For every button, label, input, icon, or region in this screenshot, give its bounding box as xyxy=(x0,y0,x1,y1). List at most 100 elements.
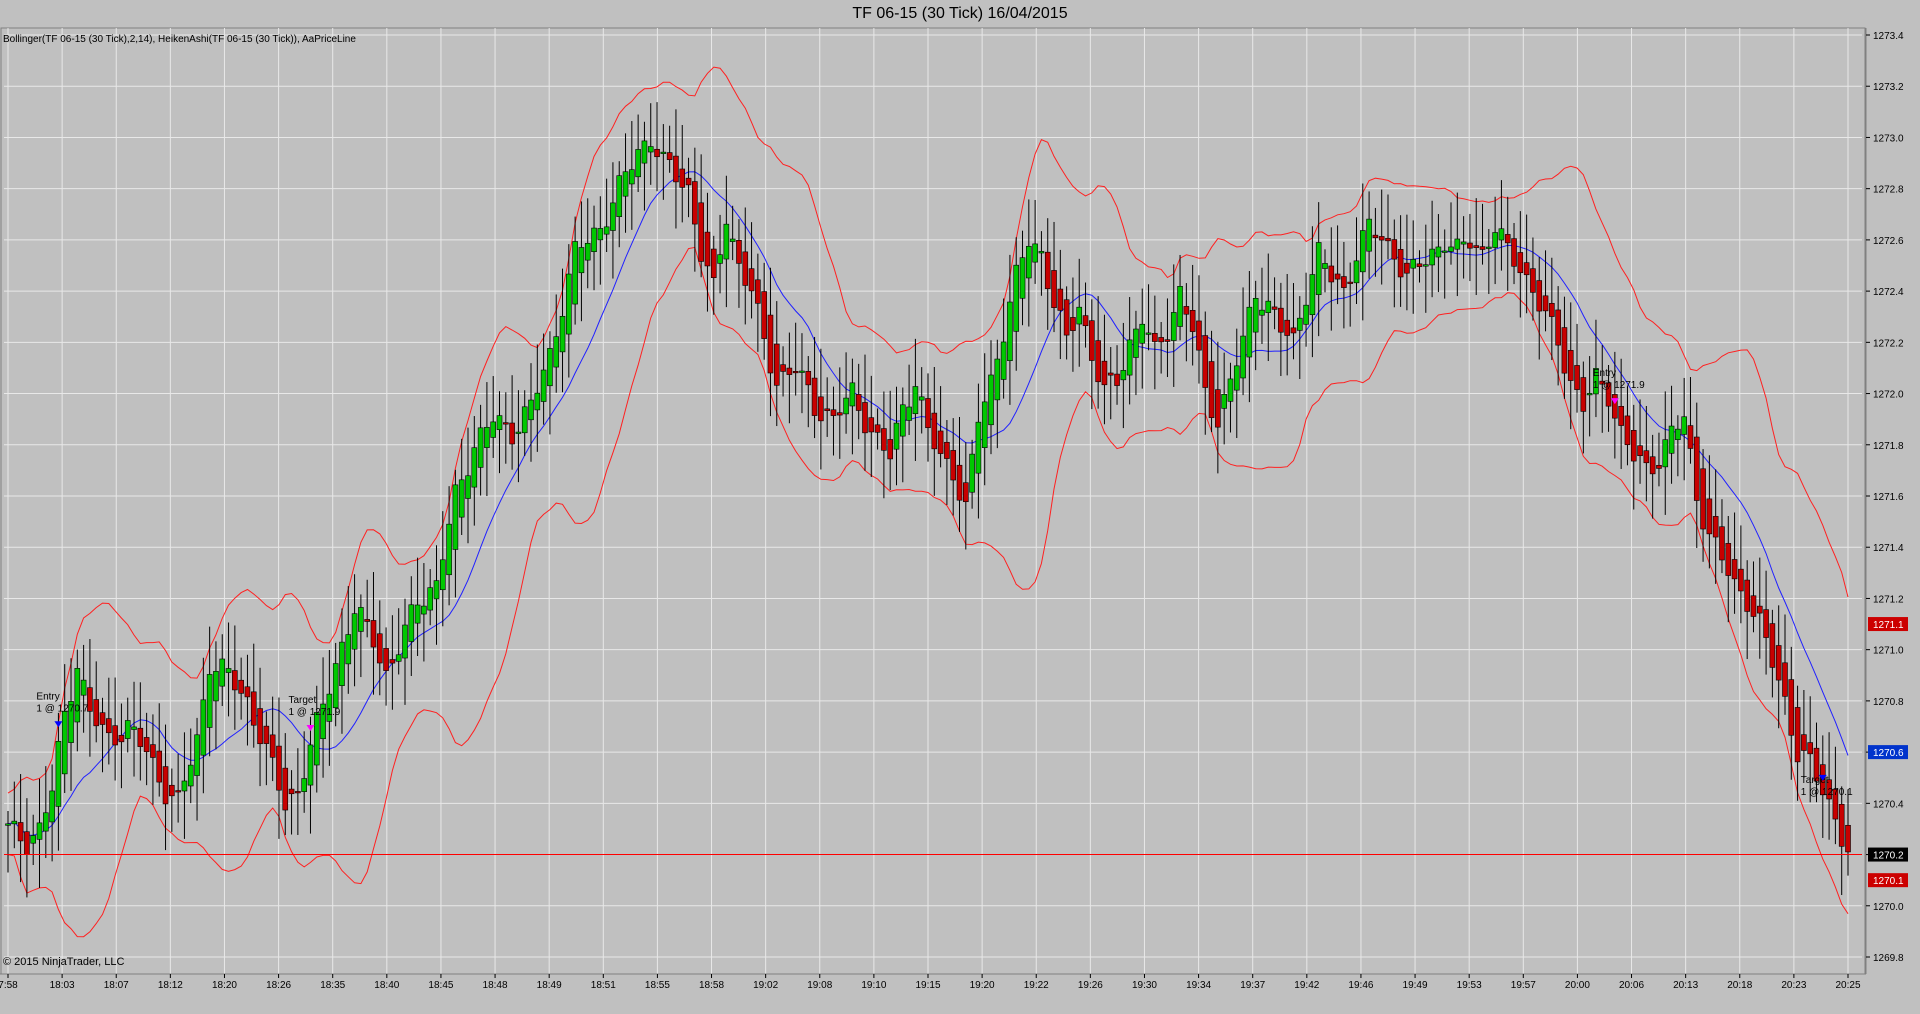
candle-bull xyxy=(1681,416,1687,435)
y-tick-label: 1273.4 xyxy=(1873,31,1904,42)
candle-bear xyxy=(673,155,679,183)
candle-bull xyxy=(994,358,1001,401)
x-tick-label: 18:51 xyxy=(591,980,616,991)
candle-bear xyxy=(1719,526,1725,561)
candle-bear xyxy=(232,670,238,691)
candle-bear xyxy=(137,727,144,747)
candle-bear xyxy=(1189,310,1196,332)
price-tag-label: 1270.2 xyxy=(1873,851,1904,862)
candle-bear xyxy=(1152,333,1158,342)
candle-bear xyxy=(370,620,377,648)
x-tick-label: 18:26 xyxy=(266,980,291,991)
candle-bear xyxy=(1334,273,1341,280)
candle-bull xyxy=(1032,243,1038,263)
candle-bear xyxy=(868,417,875,433)
candle-bear xyxy=(364,619,370,622)
candle-bull xyxy=(843,397,849,415)
candle-bull xyxy=(187,764,194,787)
candle-bear xyxy=(24,831,30,855)
candle-bear xyxy=(1580,377,1587,412)
candle-bull xyxy=(528,399,534,421)
candle-bear xyxy=(925,398,931,429)
candle-bull xyxy=(194,734,200,776)
candle-bear xyxy=(1114,373,1120,386)
x-tick-label: 19:30 xyxy=(1132,980,1157,991)
x-tick-label: 18:12 xyxy=(158,980,183,991)
candle-bull xyxy=(729,238,736,242)
y-tick-label: 1272.2 xyxy=(1873,338,1904,349)
price-tag-label: 1270.6 xyxy=(1873,748,1904,759)
x-tick-label: 19:53 xyxy=(1457,980,1482,991)
candle-bear xyxy=(748,268,755,292)
candle-bear xyxy=(855,394,862,411)
candle-bull xyxy=(1177,286,1183,327)
candle-bear xyxy=(685,177,692,186)
candle-bull xyxy=(402,624,408,659)
candle-bull xyxy=(647,146,654,153)
candle-bear xyxy=(1731,559,1738,580)
candle-bear xyxy=(1397,249,1404,278)
candle-bull xyxy=(597,228,604,241)
candle-bear xyxy=(1794,707,1801,763)
candle-bear xyxy=(1278,307,1284,333)
candle-bull xyxy=(477,427,484,468)
candle-bull xyxy=(572,241,578,305)
candle-bull xyxy=(339,641,345,686)
candle-bear xyxy=(112,725,118,746)
candle-bear xyxy=(654,148,660,158)
y-tick-label: 1273.0 xyxy=(1873,133,1904,144)
candle-bear xyxy=(1467,242,1473,249)
candle-bear xyxy=(824,408,830,411)
candle-bear xyxy=(704,231,711,267)
candle-bull xyxy=(610,202,616,231)
chart-canvas[interactable]: Target1 @ 1271.9Entry1 @ 1271.9Entry1 @ … xyxy=(0,0,1920,1014)
candle-bear xyxy=(1404,262,1410,274)
candle-bull xyxy=(1221,394,1227,409)
candle-bull xyxy=(1296,317,1303,331)
candle-bear xyxy=(1523,262,1530,276)
candle-bear xyxy=(1542,295,1549,312)
candle-bear xyxy=(1756,605,1763,614)
candle-bear xyxy=(773,343,780,386)
candle-bull xyxy=(717,254,723,264)
candle-bull xyxy=(906,406,912,421)
candle-bull xyxy=(313,712,320,766)
candle-bear xyxy=(99,712,106,725)
trade-label: 1 @ 1271.9 xyxy=(288,707,340,718)
candle-bull xyxy=(918,396,925,401)
candle-bull xyxy=(893,422,900,450)
candle-bull xyxy=(1252,298,1259,333)
candle-bull xyxy=(452,484,459,550)
candle-bear xyxy=(1183,306,1190,315)
candle-bull xyxy=(559,316,566,353)
candle-bear xyxy=(1618,406,1624,426)
candle-bear xyxy=(761,291,767,339)
candle-bear xyxy=(1775,645,1782,681)
candle-bull xyxy=(616,175,623,217)
y-tick-label: 1272.6 xyxy=(1873,236,1904,247)
candle-bull xyxy=(1441,250,1448,253)
candle-bull xyxy=(1662,439,1669,468)
candle-bear xyxy=(1624,415,1631,446)
candle-bear xyxy=(1416,263,1423,267)
candle-bull xyxy=(849,382,856,407)
candle-bear xyxy=(282,767,289,811)
candle-bull xyxy=(1227,378,1234,402)
candle-bear xyxy=(887,439,893,460)
candle-bear xyxy=(1051,270,1057,308)
candle-bear xyxy=(143,737,150,753)
x-tick-label: 20:06 xyxy=(1619,980,1644,991)
candle-bear xyxy=(175,790,181,793)
y-tick-label: 1270.4 xyxy=(1873,799,1904,810)
candle-bear xyxy=(295,791,301,794)
candle-bull xyxy=(1322,263,1328,269)
candle-bear xyxy=(17,822,24,842)
candle-bear xyxy=(1555,309,1561,346)
candle-bear xyxy=(1341,276,1347,288)
candle-bull xyxy=(490,421,497,438)
candle-bull xyxy=(414,604,421,624)
x-tick-label: 19:20 xyxy=(970,980,995,991)
candle-bull xyxy=(1492,232,1498,248)
y-tick-label: 1271.4 xyxy=(1873,543,1904,554)
candle-bear xyxy=(383,648,389,671)
